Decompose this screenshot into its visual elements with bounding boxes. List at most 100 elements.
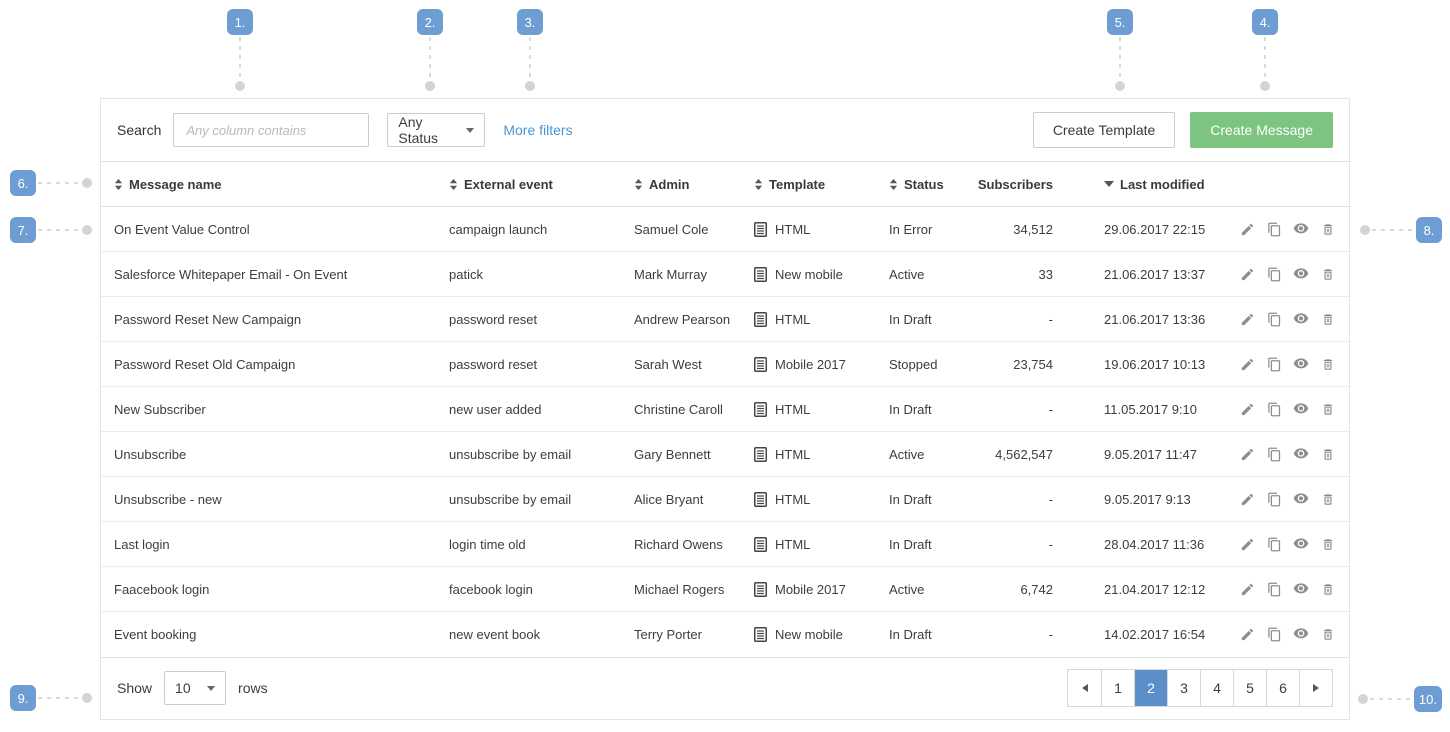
delete-button[interactable] [1319, 400, 1337, 418]
duplicate-button[interactable] [1265, 625, 1283, 643]
number-badge: 9. [10, 685, 36, 711]
duplicate-button[interactable] [1265, 220, 1283, 238]
page-next-button[interactable] [1299, 670, 1332, 706]
delete-button[interactable] [1319, 580, 1337, 598]
subscribers-cell: 4,562,547 [966, 432, 1066, 477]
preview-button[interactable] [1292, 490, 1310, 508]
connector-dot [82, 693, 92, 703]
table-row[interactable]: Password Reset Old Campaign password res… [101, 342, 1351, 387]
preview-button[interactable] [1292, 445, 1310, 463]
page-button-3[interactable]: 3 [1167, 670, 1200, 706]
duplicate-button[interactable] [1265, 445, 1283, 463]
subscribers-cell: - [966, 612, 1066, 657]
table-row[interactable]: Faacebook login facebook login Michael R… [101, 567, 1351, 612]
table-row[interactable]: Unsubscribe unsubscribe by email Gary Be… [101, 432, 1351, 477]
edit-button[interactable] [1238, 625, 1256, 643]
message-name-cell: New Subscriber [101, 387, 436, 432]
delete-button[interactable] [1319, 535, 1337, 553]
page-button-5[interactable]: 5 [1233, 670, 1266, 706]
table-row[interactable]: Unsubscribe - new unsubscribe by email A… [101, 477, 1351, 522]
template-cell: Mobile 2017 [741, 567, 876, 612]
delete-button[interactable] [1319, 490, 1337, 508]
pencil-icon [1240, 357, 1255, 372]
table-row[interactable]: On Event Value Control campaign launch S… [101, 207, 1351, 252]
edit-button[interactable] [1238, 490, 1256, 508]
preview-button[interactable] [1292, 400, 1310, 418]
number-badge: 1. [227, 9, 253, 35]
admin-cell: Christine Caroll [621, 387, 741, 432]
page-button-1[interactable]: 1 [1101, 670, 1134, 706]
number-badge: 3. [517, 9, 543, 35]
column-header-message-name[interactable]: Message name [101, 162, 436, 207]
delete-button[interactable] [1319, 265, 1337, 283]
duplicate-button[interactable] [1265, 355, 1283, 373]
rows-per-page-select[interactable]: 10 [164, 671, 226, 705]
preview-button[interactable] [1292, 310, 1310, 328]
create-message-button[interactable]: Create Message [1190, 112, 1333, 148]
preview-button[interactable] [1292, 265, 1310, 283]
delete-button[interactable] [1319, 220, 1337, 238]
eye-icon [1293, 493, 1309, 505]
edit-button[interactable] [1238, 310, 1256, 328]
table-row[interactable]: Last login login time old Richard Owens … [101, 522, 1351, 567]
create-template-button[interactable]: Create Template [1033, 112, 1175, 148]
admin-cell: Andrew Pearson [621, 297, 741, 342]
status-cell: In Draft [876, 297, 966, 342]
admin-cell: Mark Murray [621, 252, 741, 297]
column-header-last-modified[interactable]: Last modified [1066, 162, 1216, 207]
template-document-icon [754, 402, 767, 417]
show-label: Show [117, 680, 152, 696]
external-event-cell: password reset [436, 342, 621, 387]
dotted-line [529, 37, 531, 79]
duplicate-button[interactable] [1265, 580, 1283, 598]
search-input[interactable] [173, 113, 369, 147]
admin-cell: Alice Bryant [621, 477, 741, 522]
edit-button[interactable] [1238, 535, 1256, 553]
duplicate-button[interactable] [1265, 400, 1283, 418]
duplicate-button[interactable] [1265, 310, 1283, 328]
connector-dot [235, 81, 245, 91]
dotted-line [1372, 229, 1414, 231]
duplicate-button[interactable] [1265, 265, 1283, 283]
table-row[interactable]: Salesforce Whitepaper Email - On Event p… [101, 252, 1351, 297]
row-actions-cell [1216, 297, 1351, 342]
page-prev-button[interactable] [1068, 670, 1101, 706]
delete-button[interactable] [1319, 625, 1337, 643]
preview-button[interactable] [1292, 535, 1310, 553]
callout-3: 3. [517, 9, 543, 91]
sort-arrows-icon [754, 179, 763, 190]
edit-button[interactable] [1238, 580, 1256, 598]
column-header-status[interactable]: Status [876, 162, 966, 207]
status-filter-select[interactable]: Any Status [387, 113, 485, 147]
table-row[interactable]: Event booking new event book Terry Porte… [101, 612, 1351, 657]
delete-button[interactable] [1319, 445, 1337, 463]
more-filters-link[interactable]: More filters [503, 122, 572, 138]
column-header-subscribers[interactable]: Subscribers [966, 162, 1066, 207]
table-row[interactable]: Password Reset New Campaign password res… [101, 297, 1351, 342]
eye-icon [1293, 448, 1309, 460]
delete-button[interactable] [1319, 310, 1337, 328]
edit-button[interactable] [1238, 445, 1256, 463]
delete-button[interactable] [1319, 355, 1337, 373]
column-header-template[interactable]: Template [741, 162, 876, 207]
duplicate-button[interactable] [1265, 490, 1283, 508]
edit-button[interactable] [1238, 220, 1256, 238]
duplicate-button[interactable] [1265, 535, 1283, 553]
page-button-2[interactable]: 2 [1134, 670, 1167, 706]
preview-button[interactable] [1292, 580, 1310, 598]
column-header-admin[interactable]: Admin [621, 162, 741, 207]
eye-icon [1293, 403, 1309, 415]
preview-button[interactable] [1292, 220, 1310, 238]
column-header-external-event[interactable]: External event [436, 162, 621, 207]
template-document-icon [754, 447, 767, 462]
preview-button[interactable] [1292, 355, 1310, 373]
preview-button[interactable] [1292, 625, 1310, 643]
table-row[interactable]: New Subscriber new user added Christine … [101, 387, 1351, 432]
edit-button[interactable] [1238, 265, 1256, 283]
callout-1: 1. [227, 9, 253, 91]
edit-button[interactable] [1238, 355, 1256, 373]
template-document-icon [754, 627, 767, 642]
edit-button[interactable] [1238, 400, 1256, 418]
page-button-4[interactable]: 4 [1200, 670, 1233, 706]
page-button-6[interactable]: 6 [1266, 670, 1299, 706]
